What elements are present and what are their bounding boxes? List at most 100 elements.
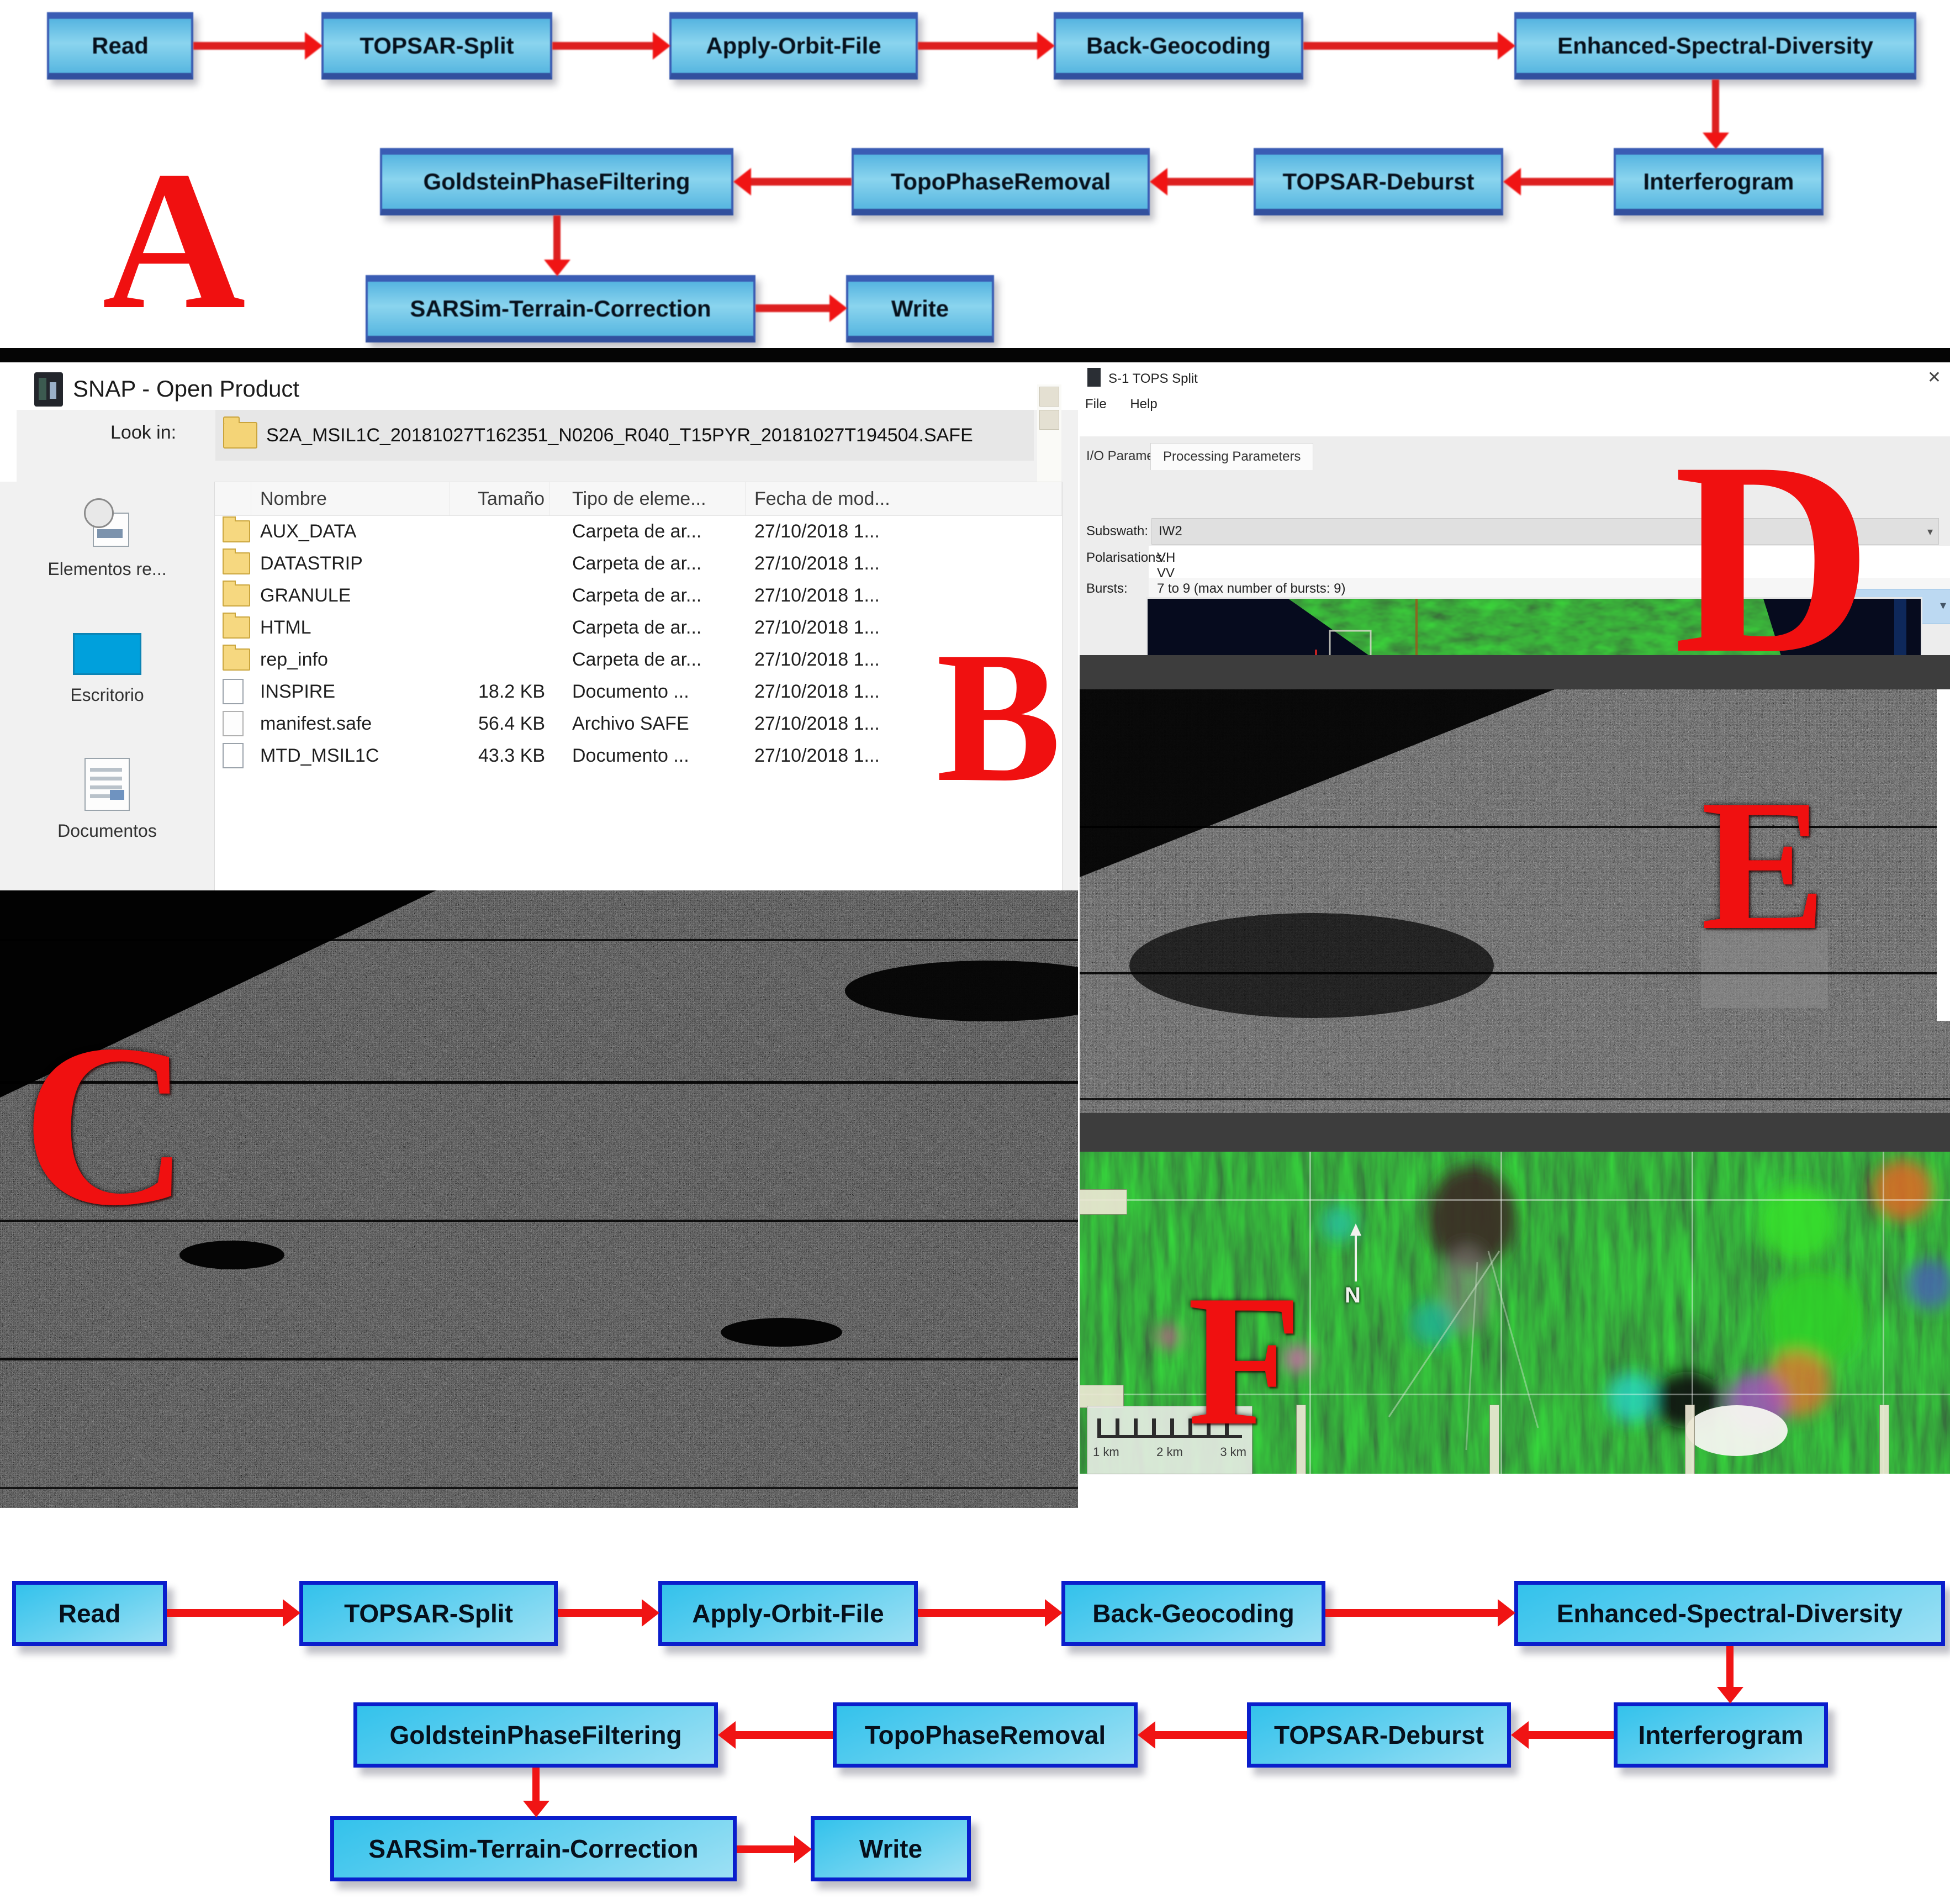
flow-arrow: [733, 168, 852, 196]
column-header-type[interactable]: Tipo de eleme...: [563, 482, 746, 515]
bursts-value: 7 to 9 (max number of bursts: 9): [1157, 581, 1346, 596]
look-in-combobox[interactable]: S2A_MSIL1C_20181027T162351_N0206_R040_T1…: [215, 410, 1034, 461]
file-size: 43.3 KB: [478, 745, 545, 766]
flow-arrow: [1325, 1599, 1515, 1627]
workflow-node-read[interactable]: Read: [12, 1581, 167, 1646]
workflow-node-enhanced-spectral-diversity[interactable]: Enhanced-Spectral-Diversity: [1514, 12, 1916, 80]
menu-help[interactable]: Help: [1130, 397, 1157, 412]
column-header-name[interactable]: Nombre: [251, 482, 450, 515]
workflow-node-write[interactable]: Write: [811, 1816, 971, 1881]
folder-icon: [223, 516, 250, 542]
section-divider: [0, 348, 1950, 362]
workflow-node-topophaseremoval[interactable]: TopoPhaseRemoval: [833, 1702, 1138, 1768]
file-name: GRANULE: [260, 584, 351, 606]
places-sidebar: Elementos re... Escritorio Documentos: [0, 482, 214, 890]
file-type: Documento ...: [572, 745, 689, 766]
sidebar-item-recent[interactable]: Elementos re...: [0, 498, 214, 579]
table-row[interactable]: INSPIRE 18.2 KB Documento ... 27/10/2018 1.…: [215, 676, 1062, 708]
workflow-node-topsar-split[interactable]: TOPSAR-Split: [299, 1581, 558, 1646]
panel-label-e: E: [1701, 761, 1826, 969]
table-row[interactable]: MTD_MSIL1C 43.3 KB Documento ... 27/10/2018…: [215, 740, 1062, 772]
table-row[interactable]: rep_info Carpeta de ar... 27/10/2018 1...: [215, 644, 1062, 676]
flow-arrow: [167, 1599, 300, 1627]
flow-arrow: [1702, 80, 1729, 149]
close-icon[interactable]: ✕: [1927, 368, 1941, 387]
file-name: AUX_DATA: [260, 520, 357, 542]
sidebar-item-desktop[interactable]: Escritorio: [0, 625, 214, 705]
table-row[interactable]: DATASTRIP Carpeta de ar... 27/10/2018 1...: [215, 547, 1062, 579]
flow-arrow: [558, 1599, 659, 1627]
table-row[interactable]: HTML Carpeta de ar... 27/10/2018 1...: [215, 611, 1062, 644]
workflow-node-write[interactable]: Write: [846, 275, 994, 342]
sidebar-item-label: Documentos: [57, 821, 157, 841]
workflow-node-goldsteinphasefiltering[interactable]: GoldsteinPhaseFiltering: [380, 148, 733, 215]
xml-doc-icon: [223, 743, 244, 768]
file-type: Carpeta de ar...: [572, 648, 702, 670]
sidebar-item-documents[interactable]: Documentos: [0, 758, 214, 841]
scroll-down-button[interactable]: [1039, 410, 1059, 430]
dialog-titlebar[interactable]: SNAP - Open Product: [17, 366, 1078, 410]
table-row[interactable]: AUX_DATA Carpeta de ar... 27/10/2018 1...: [215, 515, 1062, 547]
workflow-node-enhanced-spectral-diversity[interactable]: Enhanced-Spectral-Diversity: [1514, 1581, 1945, 1646]
polarisation-vh[interactable]: VH: [1157, 550, 1175, 566]
workflow-node-interferogram[interactable]: Interferogram: [1614, 1702, 1828, 1768]
workflow-node-topophaseremoval[interactable]: TopoPhaseRemoval: [852, 148, 1150, 215]
flow-arrow: [552, 32, 670, 60]
workflow-node-back-geocoding[interactable]: Back-Geocoding: [1054, 12, 1303, 80]
panel-label-b: B: [936, 613, 1061, 821]
panel-label-a: A: [102, 130, 246, 350]
folder-icon: [223, 581, 250, 606]
workflow-node-goldsteinphasefiltering[interactable]: GoldsteinPhaseFiltering: [353, 1702, 718, 1768]
sar-image-panel-e: E: [1080, 689, 1950, 1113]
workflow-node-topsar-deburst[interactable]: TOPSAR-Deburst: [1247, 1702, 1511, 1768]
workflow-node-read[interactable]: Read: [47, 12, 193, 80]
file-type: Carpeta de ar...: [572, 520, 702, 542]
file-type: Archivo SAFE: [572, 713, 689, 734]
table-row[interactable]: manifest.safe 56.4 KB Archivo SAFE 27/10/20…: [215, 708, 1062, 740]
subswath-label: Subswath:: [1086, 524, 1149, 539]
window-gap-band: [1080, 1113, 1950, 1152]
menu-file[interactable]: File: [1085, 397, 1107, 412]
workflow-node-back-geocoding[interactable]: Back-Geocoding: [1061, 1581, 1325, 1646]
folder-icon: [223, 548, 250, 574]
arrowhead-icon: [1498, 32, 1515, 60]
sidebar-item-label: Escritorio: [70, 685, 144, 705]
file-icon: [223, 711, 244, 736]
scale-label: 1 km: [1093, 1445, 1119, 1459]
grid-coordinate-label: [1489, 1405, 1499, 1474]
workflow-node-sarsim-terrain-correction[interactable]: SARSim-Terrain-Correction: [366, 275, 755, 342]
folder-icon: [223, 416, 257, 449]
workflow-node-interferogram[interactable]: Interferogram: [1614, 148, 1824, 215]
file-list: AUX_DATA Carpeta de ar... 27/10/2018 1... D…: [215, 515, 1062, 772]
arrowhead-icon: [1716, 1687, 1743, 1703]
workflow-node-topsar-split[interactable]: TOPSAR-Split: [321, 12, 552, 80]
bursts-label: Bursts:: [1086, 581, 1128, 596]
column-header-date[interactable]: Fecha de mod...: [746, 482, 1062, 515]
table-row[interactable]: GRANULE Carpeta de ar... 27/10/2018 1...: [215, 579, 1062, 611]
flow-arrow: [1303, 32, 1515, 60]
tab-processing-parameters[interactable]: Processing Parameters: [1150, 443, 1314, 470]
file-name: INSPIRE: [260, 681, 336, 702]
flow-arrow: [1150, 168, 1254, 196]
workflow-node-apply-orbit-file[interactable]: Apply-Orbit-File: [658, 1581, 918, 1646]
workflow-node-apply-orbit-file[interactable]: Apply-Orbit-File: [669, 12, 918, 80]
column-header-size[interactable]: Tamaño: [450, 482, 549, 515]
flow-arrow: [522, 1768, 549, 1817]
flow-arrow: [1511, 1721, 1614, 1749]
arrowhead-icon: [1045, 1599, 1063, 1627]
flow-arrow: [543, 215, 570, 276]
arrowhead-icon: [283, 1599, 300, 1627]
subswath-value: IW2: [1159, 524, 1182, 539]
workflow-node-topsar-deburst[interactable]: TOPSAR-Deburst: [1254, 148, 1503, 215]
xml-doc-icon: [223, 679, 244, 704]
workflow-node-sarsim-terrain-correction[interactable]: SARSim-Terrain-Correction: [330, 1816, 737, 1881]
file-type: Carpeta de ar...: [572, 616, 702, 638]
look-in-label: Look in:: [110, 422, 177, 443]
scroll-up-button[interactable]: [1039, 387, 1059, 407]
desktop-icon: [73, 633, 141, 675]
file-name: manifest.safe: [260, 713, 372, 734]
grid-coordinate-label: [1080, 1189, 1127, 1215]
arrowhead-icon: [305, 32, 323, 60]
file-list-header[interactable]: Nombre Tamaño Tipo de eleme... Fecha de …: [215, 482, 1062, 516]
file-size: 18.2 KB: [478, 681, 545, 702]
